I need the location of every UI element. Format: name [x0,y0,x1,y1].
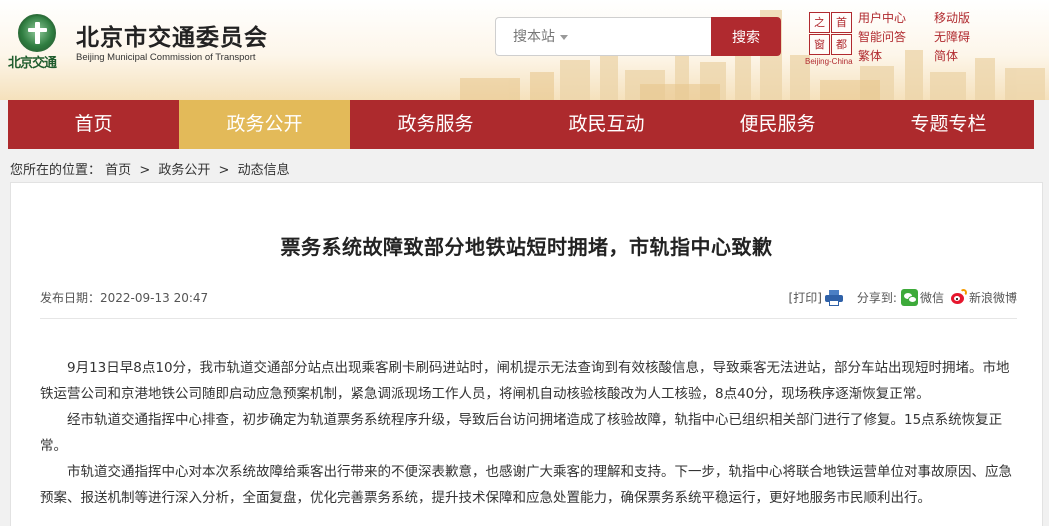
site-header: 北京交通 北京市交通委员会 Beijing Municipal Commissi… [0,0,1049,100]
article-paragraph: 9月13日早8点10分，我市轨道交通部分站点出现乘客刷卡刷码进站时，闸机提示无法… [40,360,1010,402]
accessibility-link[interactable]: 无障碍 [934,28,970,45]
article-paragraph: 市轨道交通指挥中心对本次系统故障给乘客出行带来的不便深表歉意，也感谢广大乘客的理… [40,464,1012,506]
share-weibo-link[interactable]: 新浪微博 [969,289,1017,306]
breadcrumb-separator: > [139,163,151,178]
article-body: 9月13日早8点10分，我市轨道交通部分站点出现乘客刷卡刷码进站时，闸机提示无法… [40,355,1017,511]
nav-item-public-services[interactable]: 便民服务 [692,100,863,149]
search-box [495,17,711,56]
share-label: 分享到: [856,291,897,305]
weibo-icon[interactable] [950,289,967,306]
chevron-down-icon[interactable] [560,35,568,40]
capital-logo-char: 首 [831,12,852,33]
capital-window-logo[interactable]: 之 首 窗 都 [809,12,853,56]
smart-qa-link[interactable]: 智能问答 [858,28,906,45]
site-logo[interactable]: 北京交通 [8,14,68,71]
search-input[interactable] [496,18,711,55]
capital-logo-char: 之 [809,12,830,33]
nav-item-home[interactable]: 首页 [8,100,179,149]
nav-item-interaction[interactable]: 政民互动 [521,100,692,149]
breadcrumb-home[interactable]: 首页 [105,163,131,178]
publish-date: 发布日期：2022-09-13 20:47 [40,289,208,306]
nav-item-government-services[interactable]: 政务服务 [350,100,521,149]
breadcrumb: 您所在的位置： 首页 > 政务公开 > 动态信息 [10,159,290,178]
search-button[interactable]: 搜索 [711,17,781,56]
publish-date-value: 2022-09-13 20:47 [100,291,209,305]
breadcrumb-separator: > [218,163,230,178]
site-subtitle: Beijing Municipal Commission of Transpor… [76,52,256,63]
print-link[interactable]: [打印] [789,289,822,306]
capital-logo-char: 都 [831,34,852,55]
nav-item-special-topics[interactable]: 专题专栏 [863,100,1034,149]
simplified-chinese-link[interactable]: 简体 [934,47,958,64]
publish-date-label: 发布日期： [40,291,101,305]
breadcrumb-prefix: 您所在的位置： [10,163,102,178]
nav-item-government-affairs[interactable]: 政务公开 [179,100,350,149]
capital-logo-char: 窗 [809,34,830,55]
site-name: 北京市交通委员会 [76,25,268,51]
printer-icon[interactable] [824,289,843,306]
article-paragraph: 经市轨道交通指挥中心排查，初步确定为轨道票务系统程序升级，导致后台访问拥堵造成了… [40,412,1003,454]
breadcrumb-news[interactable]: 动态信息 [238,163,290,178]
article-meta: 发布日期：2022-09-13 20:47 [打印] 分享到: 微信 新浪微博 [40,289,1017,309]
logo-text: 北京交通 [8,56,57,71]
mobile-version-link[interactable]: 移动版 [934,9,970,26]
article-tools: [打印] 分享到: 微信 新浪微博 [789,289,1017,306]
user-center-link[interactable]: 用户中心 [858,9,906,26]
breadcrumb-government-affairs[interactable]: 政务公开 [158,163,210,178]
capital-logo-caption: Beijing-China [805,57,853,66]
main-nav: 首页 政务公开 政务服务 政民互动 便民服务 专题专栏 [8,100,1034,149]
share-wechat-link[interactable]: 微信 [920,289,944,306]
wechat-icon[interactable] [900,289,918,306]
article-container: 票务系统故障致部分地铁站短时拥堵，市轨指中心致歉 发布日期：2022-09-13… [10,182,1043,526]
traditional-chinese-link[interactable]: 繁体 [858,47,882,64]
article-title: 票务系统故障致部分地铁站短时拥堵，市轨指中心致歉 [280,235,773,259]
meta-divider [40,318,1017,319]
logo-emblem-icon [18,14,56,52]
